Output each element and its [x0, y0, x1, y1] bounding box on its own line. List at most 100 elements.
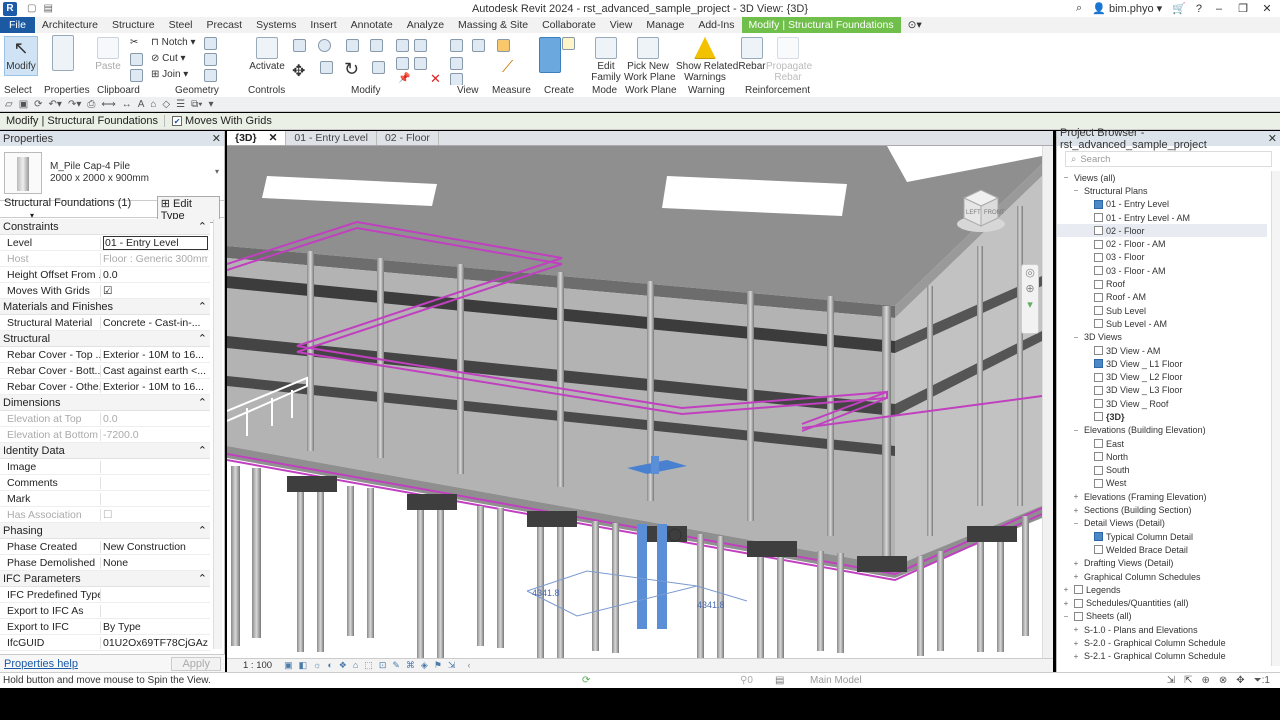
tab-collaborate[interactable]: Collaborate: [535, 17, 603, 33]
help-icon[interactable]: ?: [1196, 3, 1202, 15]
property-value[interactable]: 01 - Entry Level: [101, 235, 208, 250]
tree-node[interactable]: 02 - Floor: [1057, 224, 1267, 238]
tree-node[interactable]: 03 - Floor: [1057, 251, 1267, 264]
property-value[interactable]: None: [101, 557, 208, 569]
tab-massing-site[interactable]: Massing & Site: [451, 17, 535, 33]
paste-button[interactable]: Paste: [94, 37, 122, 72]
tree-node[interactable]: − Elevations (Building Elevation): [1057, 424, 1267, 437]
expand-toggle-icon[interactable]: −: [1072, 519, 1080, 528]
analytical-model-icon[interactable]: ◈: [421, 660, 428, 671]
view-tool-icon[interactable]: [450, 39, 463, 52]
measure-icon[interactable]: [497, 39, 510, 52]
panel-select[interactable]: Select: [4, 85, 32, 96]
property-group[interactable]: Dimensions ⌃: [0, 395, 210, 411]
tree-node[interactable]: Roof - AM: [1057, 291, 1267, 304]
tab-3d-view[interactable]: {3D} ✕: [227, 131, 287, 145]
expand-toggle-icon[interactable]: −: [1062, 612, 1070, 621]
tree-node[interactable]: Sub Level - AM: [1057, 317, 1267, 330]
tree-node[interactable]: + S-1.0 - Plans and Elevations: [1057, 623, 1267, 636]
expand-toggle-icon[interactable]: +: [1072, 652, 1080, 661]
expand-toggle-icon[interactable]: +: [1072, 625, 1080, 634]
hide-icon[interactable]: [450, 57, 463, 70]
pin-icon[interactable]: 📌: [398, 73, 410, 84]
expand-toggle-icon[interactable]: −: [1062, 173, 1070, 182]
property-group[interactable]: IFC Parameters ⌃: [0, 571, 210, 587]
customize-qa-icon[interactable]: ▾: [208, 99, 213, 110]
undo-icon[interactable]: ↶▾: [49, 99, 62, 110]
property-value[interactable]: 0.0: [101, 413, 208, 425]
tab-entry-level[interactable]: 01 - Entry Level: [286, 131, 377, 145]
property-value[interactable]: ☑: [101, 285, 208, 297]
drag-elements-icon[interactable]: ✥: [1236, 675, 1244, 686]
propagate-rebar-button[interactable]: Propagate Rebar: [766, 37, 812, 83]
type-dropdown-icon[interactable]: ▾: [215, 167, 219, 176]
show-related-warnings-button[interactable]: Show Related Warnings: [676, 37, 738, 83]
properties-scrollbar[interactable]: [213, 219, 222, 649]
view-scale[interactable]: 1 : 100: [243, 660, 272, 671]
expand-toggle-icon[interactable]: +: [1072, 492, 1080, 501]
property-value[interactable]: New Construction: [101, 541, 208, 553]
offset-icon[interactable]: [318, 39, 331, 52]
tree-node[interactable]: Typical Column Detail: [1057, 530, 1267, 543]
tab-precast[interactable]: Precast: [200, 17, 250, 33]
unpin-icon[interactable]: [414, 57, 427, 70]
tree-node[interactable]: − Sheets (all): [1057, 610, 1267, 623]
edit-family-button[interactable]: Edit Family: [590, 37, 622, 83]
tab-view[interactable]: View: [603, 17, 640, 33]
view-cube[interactable]: LEFT FRONT: [956, 186, 1006, 236]
tree-node[interactable]: 03 - Floor - AM: [1057, 264, 1267, 277]
open-file-icon[interactable]: ▱: [5, 99, 13, 110]
redo-icon[interactable]: ↷▾: [68, 99, 81, 110]
viewport-vertical-scrollbar[interactable]: [1042, 146, 1053, 658]
user-menu[interactable]: 👤 bim.phyo ▾: [1092, 2, 1162, 15]
restore-icon[interactable]: ❐: [1236, 2, 1250, 15]
minimize-icon[interactable]: –: [1212, 3, 1226, 15]
scroll-left-icon[interactable]: ‹: [467, 660, 470, 671]
tree-node[interactable]: − Detail Views (Detail): [1057, 517, 1267, 530]
tab-structure[interactable]: Structure: [105, 17, 162, 33]
rebar-button[interactable]: Rebar: [738, 37, 766, 72]
scissors-icon[interactable]: ✂: [130, 37, 138, 48]
paint-icon[interactable]: [204, 53, 217, 66]
highlight-displacement-icon[interactable]: ⚑: [434, 660, 442, 671]
property-value[interactable]: ☐: [101, 509, 208, 521]
tab-analyze[interactable]: Analyze: [400, 17, 451, 33]
tree-node[interactable]: Welded Brace Detail: [1057, 543, 1267, 556]
tab-file[interactable]: File: [0, 17, 35, 33]
properties-button[interactable]: [49, 35, 77, 73]
expand-toggle-icon[interactable]: +: [1062, 585, 1070, 594]
tab-close-icon[interactable]: ✕: [269, 131, 278, 145]
property-group[interactable]: Materials and Finishes ⌃: [0, 299, 210, 315]
3d-view-icon[interactable]: ⌂: [150, 99, 156, 110]
ribbon-options-icon[interactable]: ⊙▾: [901, 17, 929, 33]
tab-manage[interactable]: Manage: [639, 17, 691, 33]
dimension-qa-icon[interactable]: ↔: [122, 99, 132, 110]
expand-toggle-icon[interactable]: +: [1072, 506, 1080, 515]
workset-icon[interactable]: ⟳: [582, 675, 590, 686]
match-icon[interactable]: [130, 69, 143, 82]
tab-floor[interactable]: 02 - Floor: [377, 131, 439, 145]
move-icon[interactable]: ✥: [292, 61, 305, 81]
tree-node[interactable]: East: [1057, 437, 1267, 450]
tree-node[interactable]: + S-2.1 - Graphical Column Schedule: [1057, 650, 1267, 663]
tree-node[interactable]: 3D View _ L3 Floor: [1057, 384, 1267, 397]
expand-toggle-icon[interactable]: +: [1062, 599, 1070, 608]
tree-node[interactable]: − Views (all): [1057, 171, 1267, 184]
crop-view-icon[interactable]: ⬚: [364, 660, 373, 671]
close-icon[interactable]: ✕: [1260, 2, 1274, 15]
binoculars-icon[interactable]: ⌕: [1076, 2, 1082, 15]
tab-modify-structural-foundations[interactable]: Modify | Structural Foundations: [741, 17, 901, 33]
expand-toggle-icon[interactable]: +: [1072, 639, 1080, 648]
cart-icon[interactable]: 🛒: [1172, 2, 1186, 15]
copy-icon[interactable]: [130, 53, 143, 66]
tab-steel[interactable]: Steel: [162, 17, 200, 33]
property-group[interactable]: Identity Data ⌃: [0, 443, 210, 459]
browser-scrollbar[interactable]: [1271, 171, 1280, 666]
editable-only-icon[interactable]: ▤: [775, 675, 784, 686]
text-icon[interactable]: A: [138, 99, 145, 110]
design-options-icon[interactable]: ⚲0: [740, 675, 753, 686]
rotate-icon[interactable]: ↻: [344, 59, 359, 80]
split-icon[interactable]: [396, 39, 409, 52]
property-group[interactable]: Structural ⌃: [0, 331, 210, 347]
sun-path-icon[interactable]: ☼: [313, 660, 321, 671]
